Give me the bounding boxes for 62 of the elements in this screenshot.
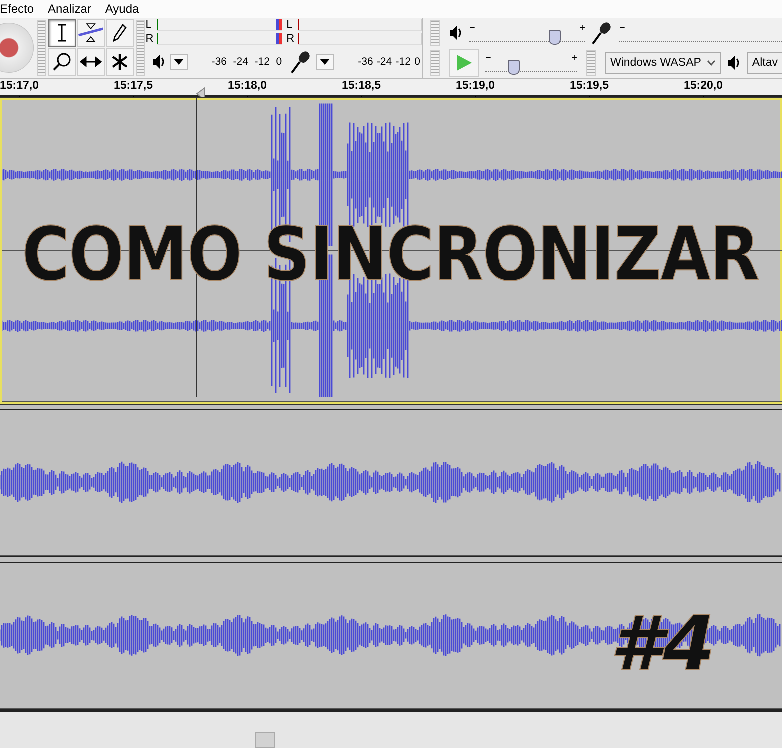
meter-tick-label: 0 — [414, 56, 420, 68]
menu-item[interactable]: Analizar — [48, 2, 92, 16]
time-label: 15:17,0 — [0, 80, 40, 92]
host-dropdown[interactable]: Windows WASAP — [605, 52, 722, 74]
tool-button[interactable] — [48, 19, 76, 47]
speed-slider-thumb[interactable] — [508, 60, 520, 75]
meter-tick-label: -24 — [376, 56, 392, 68]
meter-menu-button[interactable] — [170, 54, 188, 70]
time-label: 15:17,5 — [114, 80, 154, 92]
speaker-icon — [449, 25, 464, 41]
output-device-dropdown[interactable]: Altav — [747, 52, 782, 74]
menu-item[interactable]: Ayuda — [105, 2, 140, 16]
toolbar-grip[interactable] — [586, 50, 596, 76]
caret-icon — [320, 59, 330, 65]
meter-tick-label: -12 — [396, 56, 411, 68]
meter-tick-label: -12 — [254, 56, 270, 68]
chevron-down-icon — [707, 60, 716, 66]
toolbar-grip[interactable] — [430, 50, 440, 76]
meter-tick-label: 0 — [276, 56, 282, 68]
time-label: 15:20,0 — [684, 80, 724, 92]
horizontal-scrollbar[interactable] — [0, 710, 782, 748]
toolbar-grip[interactable] — [37, 20, 46, 76]
meter-tick-label: -36 — [212, 56, 227, 68]
time-label: 15:18,5 — [342, 80, 382, 92]
meter-tick-label: -24 — [233, 56, 248, 68]
microphone-icon — [290, 50, 312, 74]
double-arrow-icon — [80, 56, 102, 68]
timeline-ruler[interactable]: 15:17,0 15:17,5 15:18,0 15:18,5 15:19,0 15:19,5 15:20,0 — [0, 79, 782, 97]
tool-button[interactable] — [48, 48, 76, 76]
channel-label: L — [146, 19, 153, 31]
tool-button[interactable] — [106, 48, 134, 76]
meter-menu-button[interactable] — [316, 54, 334, 70]
channel-label: L — [286, 19, 294, 31]
overlay-number: #4 — [610, 599, 716, 688]
envelope-icon — [78, 21, 104, 45]
tool-button[interactable] — [76, 19, 105, 47]
magnifier-icon — [52, 52, 72, 72]
menu-item[interactable]: Efecto — [0, 2, 34, 16]
toolbar-grip[interactable] — [136, 20, 145, 76]
speaker-icon — [152, 54, 166, 70]
toolbar-grip[interactable] — [430, 20, 440, 46]
tool-button[interactable] — [106, 19, 134, 47]
time-label: 15:19,5 — [570, 80, 610, 92]
time-label: 15:19,0 — [456, 80, 496, 92]
channel-label: R — [146, 33, 155, 45]
volume-slider-thumb[interactable] — [549, 30, 562, 45]
speaker-icon — [727, 55, 742, 71]
play-icon — [455, 54, 474, 72]
minus-label: − — [619, 24, 626, 35]
time-label: 15:18,0 — [228, 80, 268, 92]
asterisk-icon — [110, 53, 129, 71]
plus-label: + — [572, 54, 578, 65]
minus-label: − — [485, 54, 492, 65]
minus-label: − — [469, 24, 476, 35]
tool-button[interactable] — [76, 48, 105, 76]
pencil-icon — [112, 23, 128, 43]
scrollbar-thumb[interactable] — [255, 732, 275, 748]
channel-label: R — [286, 33, 296, 45]
caret-icon — [174, 59, 184, 65]
plus-label: + — [580, 24, 586, 35]
meter-tick-label: -36 — [358, 56, 374, 68]
microphone-icon — [591, 21, 614, 45]
